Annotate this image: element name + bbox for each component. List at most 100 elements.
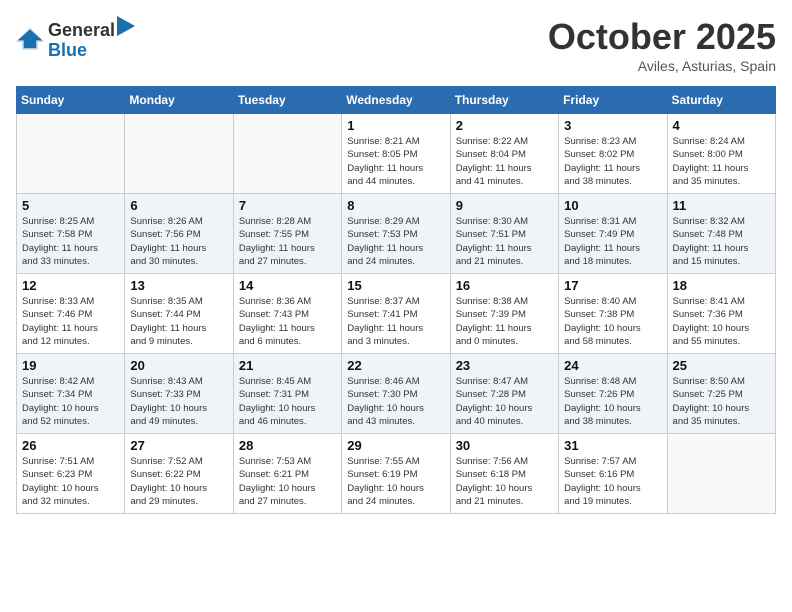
day-number: 14 <box>239 278 336 293</box>
calendar-cell: 8 Sunrise: 8:29 AM Sunset: 7:53 PM Daylig… <box>342 194 450 274</box>
calendar-week-row-1: 1Sunrise: 8:21 AM Sunset: 8:05 PM Daylig… <box>17 114 776 194</box>
calendar-cell <box>667 434 775 514</box>
day-number: 22 <box>347 358 444 373</box>
calendar-cell: 23 Sunrise: 8:47 AM Sunset: 7:28 PM Dayli… <box>450 354 558 434</box>
day-number: 18 <box>673 278 770 293</box>
calendar-cell <box>233 114 341 194</box>
calendar-cell: 26 Sunrise: 7:51 AM Sunset: 6:23 PM Dayli… <box>17 434 125 514</box>
calendar-cell: 15 Sunrise: 8:37 AM Sunset: 7:41 PM Dayli… <box>342 274 450 354</box>
day-info: Sunrise: 8:41 AM Sunset: 7:36 PM Dayligh… <box>673 295 770 348</box>
day-info: Sunrise: 8:46 AM Sunset: 7:30 PM Dayligh… <box>347 375 444 428</box>
logo-icon <box>16 26 44 50</box>
calendar-cell: 14 Sunrise: 8:36 AM Sunset: 7:43 PM Dayli… <box>233 274 341 354</box>
day-number: 21 <box>239 358 336 373</box>
calendar-cell: 16 Sunrise: 8:38 AM Sunset: 7:39 PM Dayli… <box>450 274 558 354</box>
page-header: General Blue October 2025 Aviles, Asturi… <box>16 16 776 74</box>
day-info: Sunrise: 8:29 AM Sunset: 7:53 PM Dayligh… <box>347 215 444 268</box>
calendar-cell: 20 Sunrise: 8:43 AM Sunset: 7:33 PM Dayli… <box>125 354 233 434</box>
day-info: Sunrise: 7:52 AM Sunset: 6:22 PM Dayligh… <box>130 455 227 508</box>
logo: General Blue <box>16 16 135 61</box>
day-info: Sunrise: 8:45 AM Sunset: 7:31 PM Dayligh… <box>239 375 336 428</box>
day-info: Sunrise: 7:56 AM Sunset: 6:18 PM Dayligh… <box>456 455 553 508</box>
calendar-cell: 29Sunrise: 7:55 AM Sunset: 6:19 PM Dayli… <box>342 434 450 514</box>
day-number: 8 <box>347 198 444 213</box>
calendar-cell: 5 Sunrise: 8:25 AM Sunset: 7:58 PM Daylig… <box>17 194 125 274</box>
weekday-header-monday: Monday <box>125 87 233 114</box>
day-info: Sunrise: 8:30 AM Sunset: 7:51 PM Dayligh… <box>456 215 553 268</box>
day-number: 25 <box>673 358 770 373</box>
day-number: 24 <box>564 358 661 373</box>
day-number: 20 <box>130 358 227 373</box>
day-number: 15 <box>347 278 444 293</box>
day-number: 26 <box>22 438 119 453</box>
calendar-cell: 25Sunrise: 8:50 AM Sunset: 7:25 PM Dayli… <box>667 354 775 434</box>
weekday-header-row: SundayMondayTuesdayWednesdayThursdayFrid… <box>17 87 776 114</box>
weekday-header-tuesday: Tuesday <box>233 87 341 114</box>
day-info: Sunrise: 8:23 AM Sunset: 8:02 PM Dayligh… <box>564 135 661 188</box>
weekday-header-saturday: Saturday <box>667 87 775 114</box>
day-number: 5 <box>22 198 119 213</box>
calendar-week-row-3: 12Sunrise: 8:33 AM Sunset: 7:46 PM Dayli… <box>17 274 776 354</box>
calendar-cell: 11Sunrise: 8:32 AM Sunset: 7:48 PM Dayli… <box>667 194 775 274</box>
month-title: October 2025 <box>548 16 776 58</box>
calendar-cell: 2 Sunrise: 8:22 AM Sunset: 8:04 PM Daylig… <box>450 114 558 194</box>
weekday-header-wednesday: Wednesday <box>342 87 450 114</box>
day-number: 23 <box>456 358 553 373</box>
day-number: 29 <box>347 438 444 453</box>
day-number: 10 <box>564 198 661 213</box>
calendar-cell: 24Sunrise: 8:48 AM Sunset: 7:26 PM Dayli… <box>559 354 667 434</box>
day-number: 31 <box>564 438 661 453</box>
day-info: Sunrise: 8:22 AM Sunset: 8:04 PM Dayligh… <box>456 135 553 188</box>
location: Aviles, Asturias, Spain <box>548 58 776 74</box>
day-number: 13 <box>130 278 227 293</box>
weekday-header-thursday: Thursday <box>450 87 558 114</box>
calendar-cell: 10Sunrise: 8:31 AM Sunset: 7:49 PM Dayli… <box>559 194 667 274</box>
calendar-cell: 28 Sunrise: 7:53 AM Sunset: 6:21 PM Dayli… <box>233 434 341 514</box>
day-info: Sunrise: 7:53 AM Sunset: 6:21 PM Dayligh… <box>239 455 336 508</box>
day-info: Sunrise: 8:38 AM Sunset: 7:39 PM Dayligh… <box>456 295 553 348</box>
day-number: 16 <box>456 278 553 293</box>
day-info: Sunrise: 8:35 AM Sunset: 7:44 PM Dayligh… <box>130 295 227 348</box>
calendar-week-row-2: 5 Sunrise: 8:25 AM Sunset: 7:58 PM Daylig… <box>17 194 776 274</box>
day-info: Sunrise: 8:26 AM Sunset: 7:56 PM Dayligh… <box>130 215 227 268</box>
day-number: 9 <box>456 198 553 213</box>
day-info: Sunrise: 8:25 AM Sunset: 7:58 PM Dayligh… <box>22 215 119 268</box>
calendar-cell: 4Sunrise: 8:24 AM Sunset: 8:00 PM Daylig… <box>667 114 775 194</box>
day-info: Sunrise: 8:42 AM Sunset: 7:34 PM Dayligh… <box>22 375 119 428</box>
day-number: 17 <box>564 278 661 293</box>
calendar-week-row-4: 19 Sunrise: 8:42 AM Sunset: 7:34 PM Dayli… <box>17 354 776 434</box>
day-number: 27 <box>130 438 227 453</box>
day-number: 30 <box>456 438 553 453</box>
calendar-cell: 22 Sunrise: 8:46 AM Sunset: 7:30 PM Dayli… <box>342 354 450 434</box>
day-number: 28 <box>239 438 336 453</box>
day-number: 2 <box>456 118 553 133</box>
day-info: Sunrise: 8:37 AM Sunset: 7:41 PM Dayligh… <box>347 295 444 348</box>
calendar-cell: 7 Sunrise: 8:28 AM Sunset: 7:55 PM Daylig… <box>233 194 341 274</box>
logo-chevron-icon <box>117 16 135 36</box>
calendar-cell <box>125 114 233 194</box>
day-info: Sunrise: 8:47 AM Sunset: 7:28 PM Dayligh… <box>456 375 553 428</box>
calendar-cell: 9 Sunrise: 8:30 AM Sunset: 7:51 PM Daylig… <box>450 194 558 274</box>
weekday-header-friday: Friday <box>559 87 667 114</box>
calendar-cell <box>17 114 125 194</box>
day-info: Sunrise: 8:40 AM Sunset: 7:38 PM Dayligh… <box>564 295 661 348</box>
day-info: Sunrise: 7:51 AM Sunset: 6:23 PM Dayligh… <box>22 455 119 508</box>
logo-text: General Blue <box>48 16 135 61</box>
day-info: Sunrise: 8:28 AM Sunset: 7:55 PM Dayligh… <box>239 215 336 268</box>
day-number: 7 <box>239 198 336 213</box>
calendar-cell: 12Sunrise: 8:33 AM Sunset: 7:46 PM Dayli… <box>17 274 125 354</box>
day-number: 6 <box>130 198 227 213</box>
calendar-cell: 1Sunrise: 8:21 AM Sunset: 8:05 PM Daylig… <box>342 114 450 194</box>
day-info: Sunrise: 8:43 AM Sunset: 7:33 PM Dayligh… <box>130 375 227 428</box>
calendar-cell: 3Sunrise: 8:23 AM Sunset: 8:02 PM Daylig… <box>559 114 667 194</box>
calendar-cell: 13 Sunrise: 8:35 AM Sunset: 7:44 PM Dayli… <box>125 274 233 354</box>
calendar-table: SundayMondayTuesdayWednesdayThursdayFrid… <box>16 86 776 514</box>
day-number: 19 <box>22 358 119 373</box>
calendar-cell: 19 Sunrise: 8:42 AM Sunset: 7:34 PM Dayli… <box>17 354 125 434</box>
day-info: Sunrise: 8:32 AM Sunset: 7:48 PM Dayligh… <box>673 215 770 268</box>
day-info: Sunrise: 8:24 AM Sunset: 8:00 PM Dayligh… <box>673 135 770 188</box>
calendar-cell: 6 Sunrise: 8:26 AM Sunset: 7:56 PM Daylig… <box>125 194 233 274</box>
day-info: Sunrise: 7:57 AM Sunset: 6:16 PM Dayligh… <box>564 455 661 508</box>
calendar-cell: 30 Sunrise: 7:56 AM Sunset: 6:18 PM Dayli… <box>450 434 558 514</box>
day-info: Sunrise: 8:36 AM Sunset: 7:43 PM Dayligh… <box>239 295 336 348</box>
